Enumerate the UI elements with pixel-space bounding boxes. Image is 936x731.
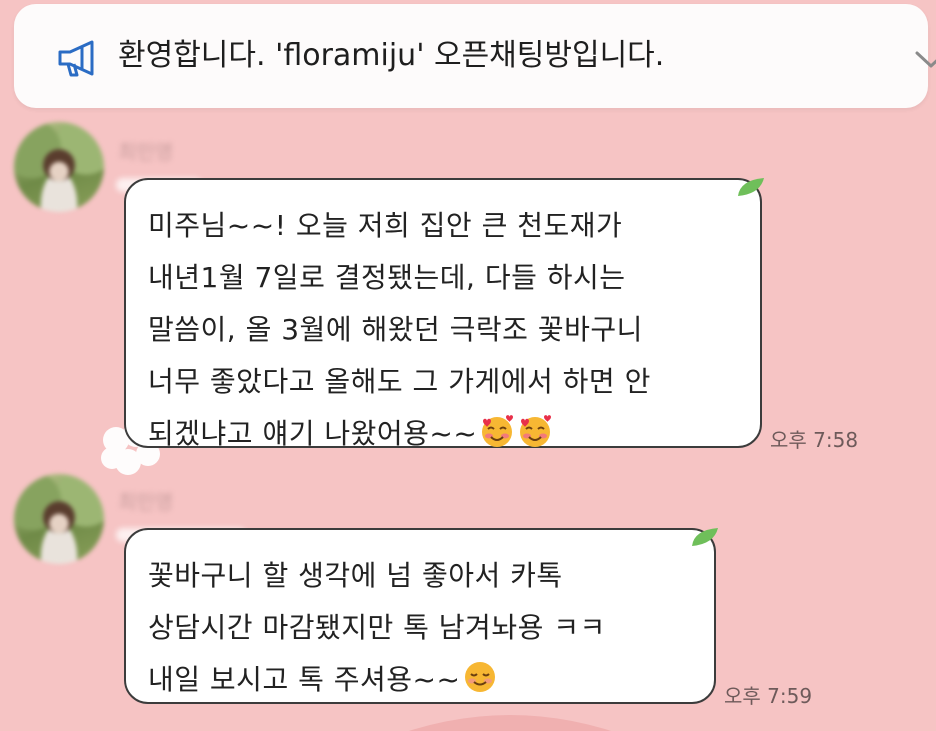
notice-banner[interactable]: 환영합니다. 'floramiju' 오픈채팅방입니다. xyxy=(14,4,936,108)
message-bubble[interactable]: 미주님~~! 오늘 저희 집안 큰 천도재가 내년1월 7일로 결정됐는데, 다… xyxy=(124,178,762,450)
sender-name: 최민영 xyxy=(118,490,174,514)
chevron-down-icon[interactable] xyxy=(914,48,936,70)
avatar[interactable] xyxy=(14,474,104,564)
message-line-last: 내일 보시고 톡 주셔용~~ xyxy=(148,654,692,706)
message-time: 오후 7:59 xyxy=(724,684,813,708)
leaf-icon xyxy=(692,528,718,546)
message-line-last: 되겠냐고 얘기 나왔어용~~ xyxy=(148,408,738,460)
megaphone-icon xyxy=(58,40,94,77)
smiling-face-with-hearts-icon xyxy=(482,415,514,447)
message-time: 오후 7:58 xyxy=(770,428,859,452)
smiling-face-icon xyxy=(465,662,496,692)
message-line: 꽃바구니 할 생각에 넘 좋아서 카톡 xyxy=(148,559,563,592)
sender-name: 최민영 xyxy=(118,140,174,164)
message-line: 상담시간 마감됐지만 톡 남겨놔용 ㅋㅋ xyxy=(148,611,606,644)
message-line: 너무 좋았다고 올해도 그 가게에서 하면 안 xyxy=(148,365,651,398)
leaf-icon xyxy=(738,178,764,196)
message-bubble[interactable]: 꽃바구니 할 생각에 넘 좋아서 카톡 상담시간 마감됐지만 톡 남겨놔용 ㅋㅋ… xyxy=(124,528,716,704)
message-line: 말씀이, 올 3월에 해왔던 극락조 꽃바구니 xyxy=(148,313,643,346)
message-text: 내일 보시고 톡 주셔용~~ xyxy=(148,663,461,696)
notice-text: 환영합니다. 'floramiju' 오픈채팅방입니다. xyxy=(118,38,665,73)
message-line: 내년1월 7일로 결정됐는데, 다들 하시는 xyxy=(148,261,626,294)
avatar[interactable] xyxy=(14,122,104,212)
message-text: 되겠냐고 얘기 나왔어용~~ xyxy=(148,417,478,450)
message-line: 미주님~~! 오늘 저희 집안 큰 천도재가 xyxy=(148,209,623,242)
smiling-face-with-hearts-icon xyxy=(520,415,552,447)
